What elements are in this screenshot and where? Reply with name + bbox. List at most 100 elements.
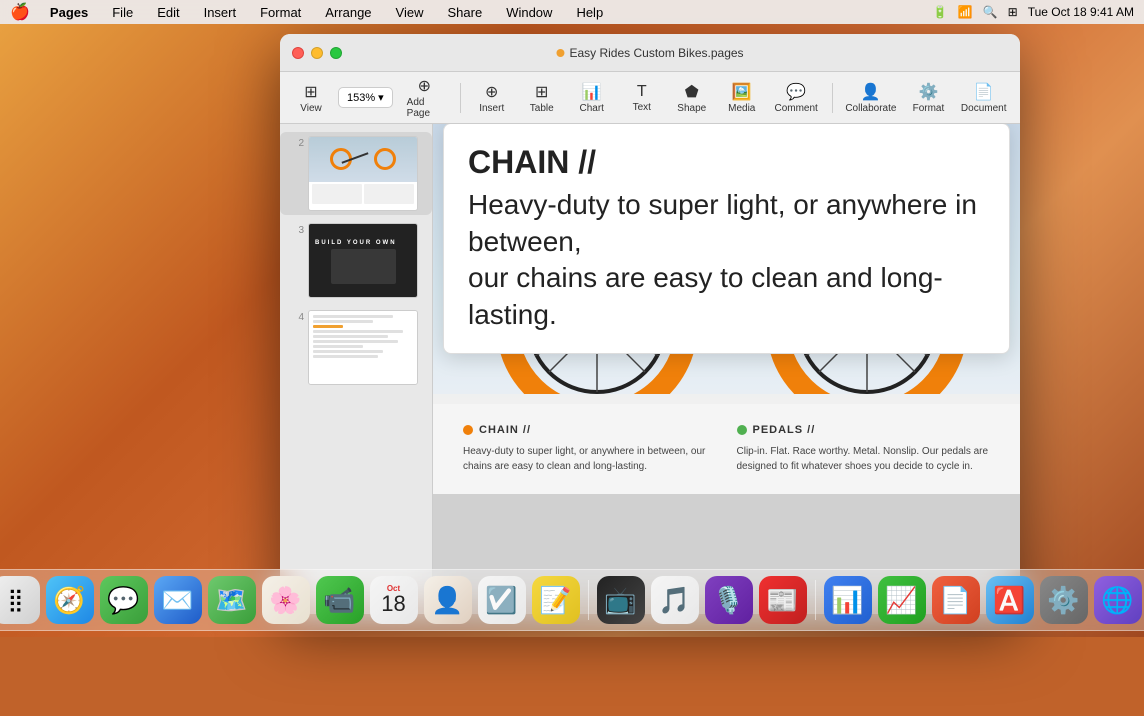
insert-label: Insert	[479, 103, 504, 114]
window-titlebar: Easy Rides Custom Bikes.pages	[280, 34, 1020, 72]
pages-window: Easy Rides Custom Bikes.pages ⊞ View 153…	[280, 34, 1020, 614]
format-button[interactable]: ⚙️ Format	[905, 78, 951, 118]
clock: Tue Oct 18 9:41 AM	[1028, 5, 1134, 19]
format-menu[interactable]: Format	[256, 3, 305, 22]
toolbar-divider-2	[832, 83, 833, 113]
text-button[interactable]: T Text	[619, 79, 665, 117]
edit-menu[interactable]: Edit	[153, 3, 183, 22]
mail-icon: ✉️	[161, 585, 193, 616]
view-menu[interactable]: View	[392, 3, 428, 22]
view-button[interactable]: ⊞ View	[288, 78, 334, 118]
dock-music[interactable]: 🎵	[651, 576, 699, 624]
notes-icon: 📝	[539, 585, 571, 616]
thumb-image-2	[308, 136, 418, 211]
zoom-value: 153%	[347, 92, 375, 104]
media-button[interactable]: 🖼️ Media	[719, 78, 765, 118]
help-menu[interactable]: Help	[572, 3, 607, 22]
collaborate-button[interactable]: 👤 Collaborate	[840, 78, 901, 118]
pedals-heading: PEDALS //	[737, 424, 991, 436]
dock-separator-2	[815, 580, 816, 620]
thumbnail-sidebar: 2	[280, 124, 433, 614]
dock-launchpad[interactable]: ⣿	[0, 576, 40, 624]
window-title-text: Easy Rides Custom Bikes.pages	[569, 46, 743, 60]
table-label: Table	[530, 103, 554, 114]
add-page-button[interactable]: ⊕ Add Page	[397, 72, 452, 123]
thumbnail-page-3[interactable]: 3 BUILD YOUR OWN	[280, 219, 432, 302]
contacts-icon: 👤	[431, 585, 463, 616]
dock-reminders[interactable]: ☑️	[478, 576, 526, 624]
comment-icon: 💬	[786, 82, 806, 102]
zoom-control[interactable]: 153% ▾	[338, 87, 393, 108]
apple-menu[interactable]: 🍎	[10, 2, 30, 22]
add-page-label: Add Page	[407, 97, 442, 119]
launchpad-icon: ⣿	[7, 587, 23, 613]
tooltip-body-line2: our chains are easy to clean and long-la…	[468, 262, 943, 329]
pedals-text: Clip-in. Flat. Race worthy. Metal. Nonsl…	[737, 444, 991, 474]
music-icon: 🎵	[658, 585, 690, 616]
tooltip-body: Heavy-duty to super light, or anywhere i…	[468, 187, 985, 333]
insert-menu[interactable]: Insert	[200, 3, 241, 22]
search-icon[interactable]: 🔍	[983, 5, 998, 19]
chain-column: CHAIN // Heavy-duty to super light, or a…	[463, 424, 717, 474]
add-page-icon: ⊕	[418, 76, 431, 96]
maximize-button[interactable]	[330, 47, 342, 59]
dock-facetime[interactable]: 📹	[316, 576, 364, 624]
wifi-icon: 📶	[958, 5, 973, 19]
thumbnail-page-4[interactable]: 4	[280, 306, 432, 389]
dock-pages[interactable]: 📄	[932, 576, 980, 624]
dock-news[interactable]: 📰	[759, 576, 807, 624]
dock-contacts[interactable]: 👤	[424, 576, 472, 624]
calendar-day: 18	[381, 593, 405, 615]
desktop: Easy Rides Custom Bikes.pages ⊞ View 153…	[0, 24, 1144, 637]
dock-arc[interactable]: 🌐	[1094, 576, 1142, 624]
sysprefs-icon: ⚙️	[1047, 585, 1079, 616]
arrange-menu[interactable]: Arrange	[321, 3, 375, 22]
dock-messages[interactable]: 💬	[100, 576, 148, 624]
dock-safari[interactable]: 🧭	[46, 576, 94, 624]
shape-button[interactable]: ⬟ Shape	[669, 78, 715, 118]
dock-notes[interactable]: 📝	[532, 576, 580, 624]
dock-calendar[interactable]: Oct 18	[370, 576, 418, 624]
dock-maps[interactable]: 🗺️	[208, 576, 256, 624]
control-center-icon[interactable]: ⊞	[1008, 5, 1018, 19]
thumb-image-4	[308, 310, 418, 385]
keynote-icon: 📊	[831, 585, 863, 616]
shape-label: Shape	[677, 103, 706, 114]
toolbar: ⊞ View 153% ▾ ⊕ Add Page ⊕ Insert ⊞ Tabl…	[280, 72, 1020, 124]
window-menu[interactable]: Window	[502, 3, 556, 22]
chart-button[interactable]: 📊 Chart	[569, 78, 615, 118]
dock-numbers[interactable]: 📈	[878, 576, 926, 624]
app-name[interactable]: Pages	[46, 3, 92, 22]
calendar-display: Oct 18	[381, 585, 405, 615]
title-dot	[556, 49, 564, 57]
pages-icon: 📄	[939, 585, 971, 616]
comment-button[interactable]: 💬 Comment	[769, 78, 824, 118]
traffic-lights	[292, 47, 342, 59]
dock-mail[interactable]: ✉️	[154, 576, 202, 624]
share-menu[interactable]: Share	[443, 3, 486, 22]
content-below: CHAIN // Heavy-duty to super light, or a…	[433, 404, 1020, 494]
dock-podcasts[interactable]: 🎙️	[705, 576, 753, 624]
table-button[interactable]: ⊞ Table	[519, 78, 565, 118]
insert-button[interactable]: ⊕ Insert	[469, 78, 515, 118]
chart-label: Chart	[580, 103, 604, 114]
dock-container: 🔷 ⣿ 🧭 💬 ✉️ 🗺️ 🌸 📹	[0, 558, 1144, 637]
dock-appstore[interactable]: 🅰️	[986, 576, 1034, 624]
close-button[interactable]	[292, 47, 304, 59]
dock-photos[interactable]: 🌸	[262, 576, 310, 624]
thumbnail-page-2[interactable]: 2	[280, 132, 432, 215]
dock-keynote[interactable]: 📊	[824, 576, 872, 624]
dock-tv[interactable]: 📺	[597, 576, 645, 624]
minimize-button[interactable]	[311, 47, 323, 59]
chart-icon: 📊	[582, 82, 602, 102]
document-button[interactable]: 📄 Document	[955, 78, 1012, 118]
numbers-icon: 📈	[885, 585, 917, 616]
collaborate-icon: 👤	[861, 82, 881, 102]
insert-icon: ⊕	[485, 82, 498, 102]
tooltip-popup: CHAIN // Heavy-duty to super light, or a…	[443, 124, 1010, 354]
file-menu[interactable]: File	[108, 3, 137, 22]
table-icon: ⊞	[535, 82, 548, 102]
dock-sysprefs[interactable]: ⚙️	[1040, 576, 1088, 624]
thumb-number-2: 2	[288, 138, 304, 149]
view-label: View	[300, 103, 322, 114]
